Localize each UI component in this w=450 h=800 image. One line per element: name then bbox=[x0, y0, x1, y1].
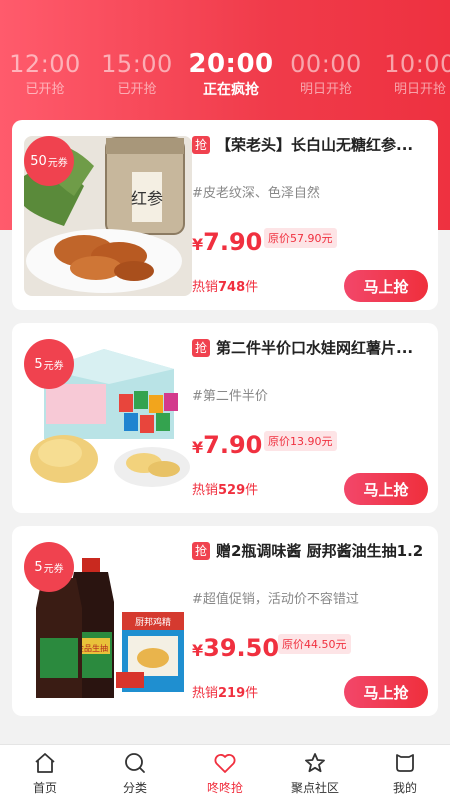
tab-category[interactable]: 分类 bbox=[90, 745, 180, 800]
buy-now-button[interactable]: 马上抢 bbox=[344, 473, 428, 505]
flash-sale-badge: 抢 bbox=[192, 542, 210, 560]
product-title[interactable]: 【荣老头】长白山无糖红参... bbox=[216, 134, 434, 156]
slot-time: 20:00 bbox=[188, 49, 274, 79]
buy-now-button[interactable]: 马上抢 bbox=[344, 676, 428, 708]
sold-count: 热销748件 bbox=[192, 276, 258, 295]
sold-number: 219 bbox=[218, 686, 246, 701]
original-price: 原价57.90元 bbox=[264, 228, 337, 248]
sold-prefix: 热销 bbox=[192, 483, 219, 498]
slot-status: 明日开抢 bbox=[393, 82, 446, 97]
flash-sale-badge: 抢 bbox=[192, 136, 210, 154]
buy-now-button[interactable]: 马上抢 bbox=[344, 270, 428, 302]
slot-status: 已开抢 bbox=[25, 82, 65, 97]
price-value: 39.50 bbox=[203, 634, 280, 662]
coupon-value: 5 bbox=[34, 559, 43, 575]
currency-symbol: ¥ bbox=[192, 641, 204, 660]
sold-suffix: 件 bbox=[245, 280, 259, 295]
product-title[interactable]: 第二件半价口水娃网红薯片... bbox=[216, 337, 434, 359]
coupon-unit: 元券 bbox=[43, 563, 64, 575]
slot-time: 10:00 bbox=[384, 50, 450, 78]
product-tag: #第二件半价 bbox=[192, 389, 268, 404]
heart-icon bbox=[214, 754, 236, 773]
product-tag: #皮老纹深、色泽自然 bbox=[192, 186, 320, 201]
time-slot-1500[interactable]: 15:00 已开抢 bbox=[92, 48, 182, 100]
tab-label: 分类 bbox=[122, 781, 147, 795]
slot-status: 已开抢 bbox=[117, 82, 157, 97]
product-card[interactable]: 金品生抽 厨邦鸡精 5 元券 抢 赠2瓶调味酱 厨邦酱油生抽1.2 #超值促销，活… bbox=[12, 526, 438, 716]
product-price: ¥7.90 bbox=[192, 431, 262, 459]
profile-icon bbox=[396, 754, 414, 772]
product-title[interactable]: 赠2瓶调味酱 厨邦酱油生抽1.2 bbox=[216, 540, 434, 562]
sold-prefix: 热销 bbox=[192, 686, 219, 701]
tab-label: 咚咚抢 bbox=[206, 781, 243, 795]
slot-time: 00:00 bbox=[290, 50, 362, 78]
sold-suffix: 件 bbox=[245, 686, 259, 701]
tab-flash-sale[interactable]: 咚咚抢 bbox=[180, 745, 270, 800]
ginseng-jar-label: 红参 bbox=[131, 189, 163, 208]
sold-number: 529 bbox=[218, 483, 246, 498]
sold-count: 热销529件 bbox=[192, 479, 258, 498]
sold-count: 热销219件 bbox=[192, 682, 258, 701]
tab-community[interactable]: 聚点社区 bbox=[270, 745, 360, 800]
product-card[interactable]: 红参 50 元券 抢 【荣老头】长白山无糖红参... #皮老纹深、色泽自然 ¥7.… bbox=[12, 120, 438, 310]
sold-prefix: 热销 bbox=[192, 280, 219, 295]
product-card[interactable]: 5 元券 抢 第二件半价口水娃网红薯片... #第二件半价 ¥7.90 原价13.… bbox=[12, 323, 438, 513]
coupon-badge: 50 元券 bbox=[24, 136, 74, 186]
star-icon bbox=[305, 753, 325, 773]
product-price: ¥7.90 bbox=[192, 228, 262, 256]
product-tag: #超值促销，活动价不容错过 bbox=[192, 592, 359, 607]
tab-home[interactable]: 首页 bbox=[0, 745, 90, 800]
original-price: 原价44.50元 bbox=[278, 634, 351, 654]
original-price: 原价13.90元 bbox=[264, 431, 337, 451]
coupon-value: 5 bbox=[34, 356, 43, 372]
coupon-value: 50 bbox=[30, 153, 47, 169]
chicken-essence-label: 厨邦鸡精 bbox=[135, 616, 171, 628]
sold-number: 748 bbox=[218, 280, 246, 295]
tab-label: 首页 bbox=[32, 781, 57, 795]
coupon-badge: 5 元券 bbox=[24, 339, 74, 389]
time-slot-1200[interactable]: 12:00 已开抢 bbox=[0, 48, 90, 100]
slot-time: 15:00 bbox=[101, 50, 173, 78]
bottom-tab-bar: 首页 分类 咚咚抢 聚点社区 我的 bbox=[0, 744, 450, 800]
coupon-badge: 5 元券 bbox=[24, 542, 74, 592]
time-slot-0000[interactable]: 00:00 明日开抢 bbox=[281, 48, 371, 100]
tab-profile[interactable]: 我的 bbox=[360, 745, 450, 800]
slot-status: 明日开抢 bbox=[299, 82, 352, 97]
coupon-unit: 元券 bbox=[43, 360, 64, 372]
time-slot-1000[interactable]: 10:00 明日开抢 bbox=[375, 48, 450, 100]
home-icon bbox=[35, 753, 55, 773]
time-slot-bar: 12:00 已开抢 15:00 已开抢 20:00 正在疯抢 00:00 明日开… bbox=[0, 48, 450, 104]
search-icon bbox=[125, 753, 145, 773]
tab-label: 聚点社区 bbox=[290, 781, 339, 795]
tab-label: 我的 bbox=[392, 781, 417, 795]
price-value: 7.90 bbox=[203, 431, 263, 459]
time-slot-2000-active[interactable]: 20:00 正在疯抢 bbox=[186, 48, 276, 100]
currency-symbol: ¥ bbox=[192, 235, 204, 254]
coupon-unit: 元券 bbox=[47, 157, 68, 169]
slot-time: 12:00 bbox=[9, 50, 81, 78]
currency-symbol: ¥ bbox=[192, 438, 204, 457]
product-price: ¥39.50 bbox=[192, 634, 279, 662]
sold-suffix: 件 bbox=[245, 483, 259, 498]
flash-sale-badge: 抢 bbox=[192, 339, 210, 357]
price-value: 7.90 bbox=[203, 228, 263, 256]
slot-status: 正在疯抢 bbox=[203, 82, 259, 98]
